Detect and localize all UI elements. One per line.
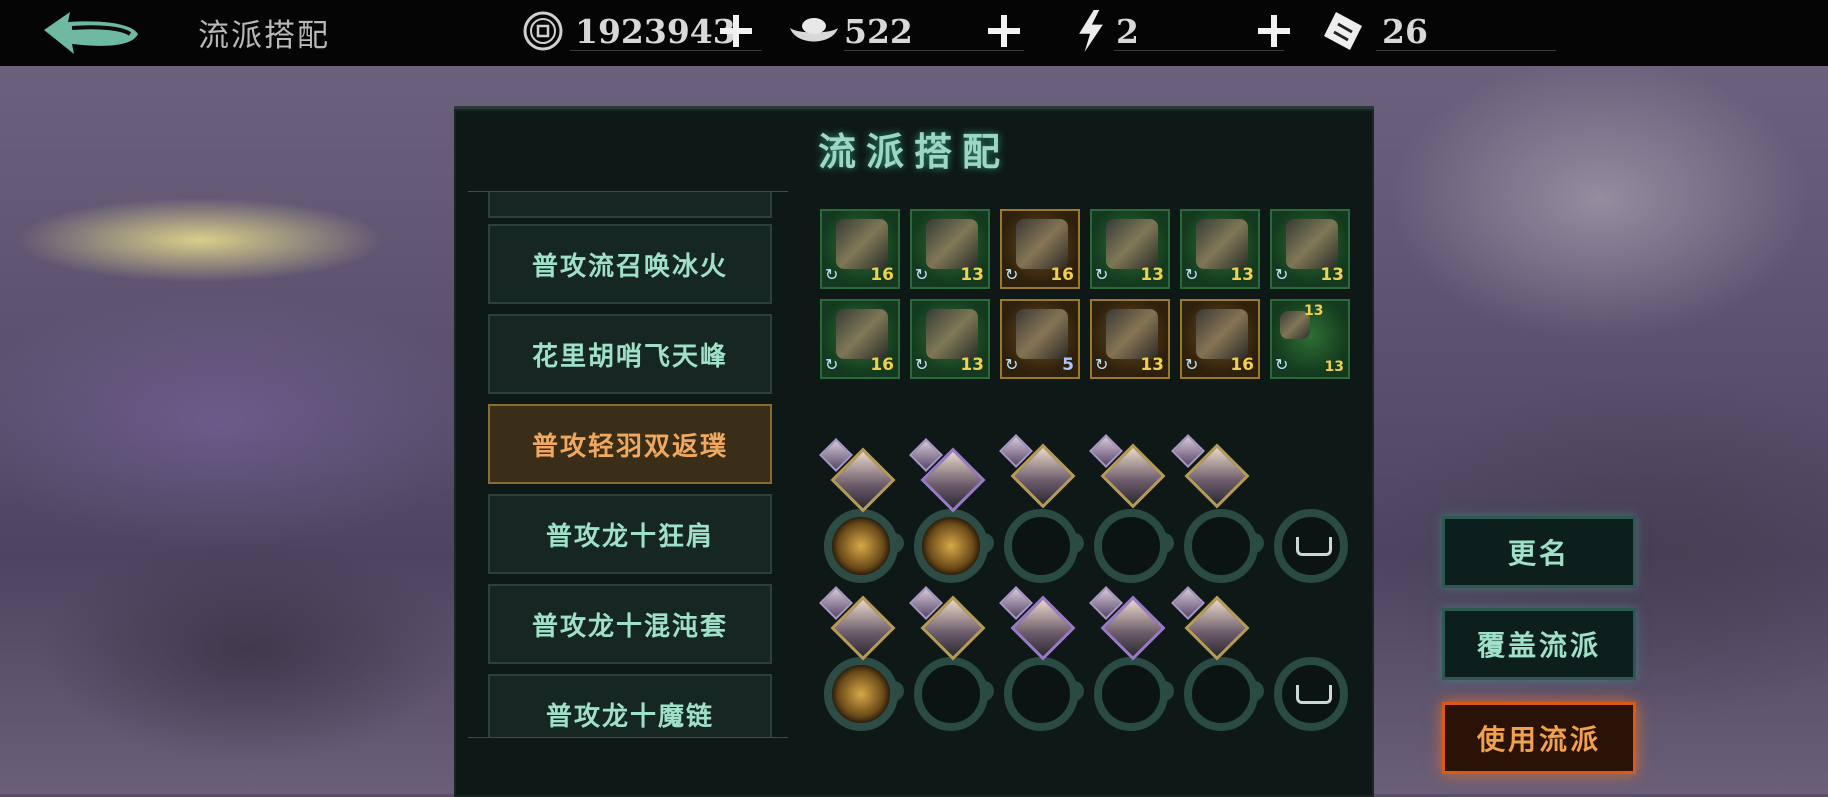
add-coin-button[interactable] — [716, 11, 756, 51]
skill-slot[interactable] — [1094, 509, 1168, 583]
cloak-icon — [1106, 219, 1158, 269]
refresh-icon: ↻ — [1095, 265, 1109, 284]
refresh-icon: ↻ — [1275, 265, 1289, 284]
equipment-slot[interactable]: ↻ 13 — [1090, 299, 1170, 379]
refresh-icon: ↻ — [915, 265, 929, 284]
ticket-value: 26 — [1382, 12, 1428, 51]
build-list[interactable]: 普攻流召唤冰火 花里胡哨飞天峰 普攻轻羽双返璞 普攻龙十狂肩 普攻龙十混沌套 普… — [468, 191, 788, 738]
ticket-icon — [1324, 12, 1362, 50]
amulet-icon — [836, 309, 888, 359]
silver-resource: 522 — [786, 6, 1026, 56]
page-title: 流派搭配 — [198, 18, 330, 54]
equipment-slot[interactable]: ↻ 13 — [1090, 209, 1170, 289]
overwrite-build-button[interactable]: 覆盖流派 — [1442, 608, 1636, 680]
refresh-icon: ↻ — [915, 355, 929, 374]
silver-ingot-icon — [790, 18, 838, 42]
skill-slot[interactable] — [1184, 509, 1258, 583]
equipment-slot[interactable]: ↻ 13 — [1180, 209, 1260, 289]
rename-button[interactable]: 更名 — [1442, 516, 1636, 588]
coin-value: 1923943 — [575, 12, 736, 51]
lightning-icon — [1079, 10, 1103, 52]
cup-icon[interactable] — [1274, 657, 1348, 731]
equipment-slot-split[interactable]: 13 13 ↻ — [1270, 299, 1350, 379]
refresh-icon: ↻ — [825, 355, 839, 374]
skill-slot[interactable] — [1094, 657, 1168, 731]
equipment-slot[interactable]: ↻ 16 — [820, 299, 900, 379]
coin-resource: 1923943 — [522, 6, 762, 56]
refresh-icon: ↻ — [1095, 355, 1109, 374]
refresh-icon: ↻ — [825, 265, 839, 284]
refresh-icon: ↻ — [1275, 355, 1289, 374]
equipment-slot[interactable]: ↻ 16 — [820, 209, 900, 289]
skill-slot[interactable] — [914, 509, 988, 583]
skill-slot[interactable] — [1004, 657, 1078, 731]
ticket-resource: 26 — [1322, 6, 1558, 56]
list-item[interactable]: 普攻龙十魔链 — [488, 674, 772, 737]
list-item[interactable]: 普攻龙十狂肩 — [488, 494, 772, 574]
cup-icon[interactable] — [1274, 509, 1348, 583]
list-item-selected[interactable]: 普攻轻羽双返璞 — [488, 404, 772, 484]
equipment-slot[interactable]: ↻ 13 — [910, 299, 990, 379]
gauntlet-icon — [926, 219, 978, 269]
top-bar: 流派搭配 1923943 522 2 26 — [0, 0, 1828, 66]
energy-value: 2 — [1116, 12, 1139, 51]
add-energy-button[interactable] — [1254, 11, 1294, 51]
hat-icon — [1196, 309, 1248, 359]
list-item[interactable]: 花里胡哨飞天峰 — [488, 314, 772, 394]
skill-slot[interactable] — [1004, 509, 1078, 583]
equipment-slot[interactable]: ↻ 13 — [1270, 209, 1350, 289]
skill-slot[interactable] — [1184, 657, 1258, 731]
panel-title: 流派搭配 — [817, 129, 1010, 174]
list-item[interactable]: 普攻龙十混沌套 — [488, 584, 772, 664]
list-item[interactable]: 普攻流召唤冰火 — [488, 224, 772, 304]
skill-slot[interactable] — [824, 509, 898, 583]
add-silver-button[interactable] — [984, 11, 1024, 51]
build-panel: 流派搭配 普攻流召唤冰火 花里胡哨飞天峰 普攻轻羽双返璞 普攻龙十狂肩 普攻龙十… — [454, 106, 1374, 797]
back-arrow-icon[interactable] — [38, 6, 142, 58]
coin-icon — [523, 11, 563, 51]
belt-icon — [1106, 309, 1158, 359]
refresh-icon: ↻ — [1005, 355, 1019, 374]
fur-cape-icon — [926, 309, 978, 359]
equipment-slot[interactable]: ↻ 16 — [1000, 209, 1080, 289]
use-build-button[interactable]: 使用流派 — [1442, 702, 1636, 774]
equipment-slot[interactable]: ↻ 13 — [910, 209, 990, 289]
bracer-icon — [1016, 309, 1068, 359]
refresh-icon: ↻ — [1185, 265, 1199, 284]
silver-value: 522 — [844, 12, 913, 51]
boots-icon — [1196, 219, 1248, 269]
mask-icon — [1286, 219, 1338, 269]
skill-slot[interactable] — [824, 657, 898, 731]
robe-icon — [1016, 219, 1068, 269]
energy-resource: 2 — [1074, 6, 1294, 56]
refresh-icon: ↻ — [1005, 265, 1019, 284]
skill-slot[interactable] — [914, 657, 988, 731]
equipment-slot[interactable]: ↻ 16 — [1180, 299, 1260, 379]
weapon-icon — [836, 219, 888, 269]
list-item[interactable] — [488, 192, 772, 218]
refresh-icon: ↻ — [1185, 355, 1199, 374]
equipment-slot[interactable]: ↻ 5 — [1000, 299, 1080, 379]
ticket-underline — [1376, 50, 1556, 51]
